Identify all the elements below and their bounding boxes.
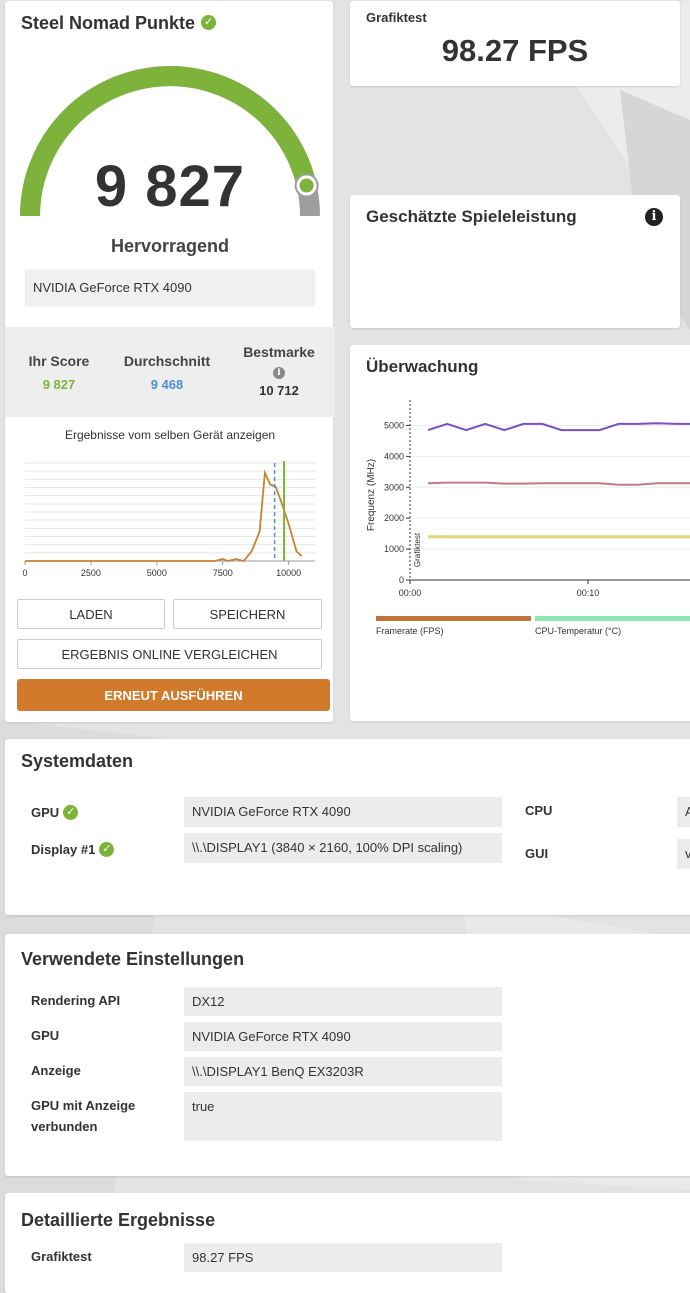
- legend-label: CPU-Temperatur (°C): [535, 626, 622, 636]
- info-icon[interactable]: i: [645, 208, 663, 226]
- monitoring-y-tick-label: 5000: [384, 420, 404, 430]
- legend-swatch[interactable]: [376, 616, 531, 621]
- detailed-results-title: Detaillierte Ergebnisse: [21, 1210, 216, 1230]
- settings-gpu-display-connected-value: true: [184, 1092, 502, 1141]
- graphics-test-value: 98.27 FPS: [441, 33, 589, 68]
- estimated-performance-title: Geschätzte Spieleleistung: [366, 207, 577, 226]
- monitoring-x-tick-label: 00:00: [399, 588, 422, 598]
- system-gpu-label: GPU: [31, 802, 79, 823]
- monitoring-series-line: [427, 422, 690, 432]
- monitoring-y-tick-label: 2000: [384, 513, 404, 523]
- histogram-distribution-line: [25, 469, 303, 563]
- settings-gpu-display-connected-label: GPU mit Anzeige verbunden: [31, 1098, 136, 1134]
- settings-gpu-label: GPU: [31, 1028, 60, 1043]
- compare-online-button[interactable]: ERGEBNIS ONLINE VERGLEICHEN: [17, 639, 322, 669]
- score-histogram: 0 2500 5000 7500 10000: [22, 461, 315, 578]
- system-data-card: Systemdaten GPU NVIDIA GeForce RTX 4090 …: [5, 739, 690, 915]
- legend-swatch[interactable]: [535, 616, 690, 621]
- estimated-performance-card: Geschätzte Spieleleistung i: [350, 195, 680, 328]
- histogram-tick-label: 2500: [81, 568, 101, 578]
- monitoring-y-tick-label: 3000: [384, 482, 404, 492]
- detailed-results-card: Detaillierte Ergebnisse Grafiktest 98.27…: [5, 1193, 690, 1293]
- save-button[interactable]: SPEICHERN: [173, 599, 322, 629]
- monitoring-series-line: [427, 481, 690, 486]
- histogram-tick-label: 5000: [147, 568, 167, 578]
- monitoring-y-tick-label: 1000: [384, 544, 404, 554]
- details-graphics-test-value: 98.27 FPS: [184, 1243, 502, 1272]
- legend-label: Framerate (FPS): [376, 626, 444, 636]
- score-gpu-name: NVIDIA GeForce RTX 4090: [25, 269, 315, 307]
- monitoring-y-axis-label: Frequenz (MHz): [366, 459, 377, 531]
- settings-title: Verwendete Einstellungen: [21, 949, 245, 969]
- score-value: 9 827: [94, 154, 246, 219]
- settings-display-value: \\.\DISPLAY1 BenQ EX3203R: [184, 1057, 502, 1086]
- monitoring-marker-label: Grafiktest: [413, 532, 422, 567]
- system-gui-label: GUI: [525, 846, 549, 861]
- histogram-tick-label: 7500: [213, 568, 233, 578]
- histogram-tick-label: 0: [22, 568, 27, 578]
- graphics-test-card: Grafiktest 98.27 FPS: [350, 1, 680, 86]
- info-icon[interactable]: i: [273, 367, 285, 379]
- settings-gpu-value: NVIDIA GeForce RTX 4090: [184, 1022, 502, 1051]
- monitoring-x-tick-label: 00:10: [577, 588, 600, 598]
- stat-average: Durchschnitt 9 468: [123, 353, 211, 392]
- verified-check-icon: [99, 842, 115, 858]
- system-display-value: \\.\DISPLAY1 (3840 × 2160, 100% DPI scal…: [184, 833, 502, 863]
- score-rating: Hervorragend: [110, 236, 230, 256]
- system-gpu-value: NVIDIA GeForce RTX 4090: [184, 797, 502, 827]
- settings-rendering-api-value: DX12: [184, 987, 502, 1016]
- monitoring-y-tick-label: 0: [399, 575, 404, 585]
- system-cpu-label: CPU: [525, 803, 553, 818]
- load-button[interactable]: LADEN: [17, 599, 165, 629]
- monitoring-card: Überwachung 0 1000 2000 3000 4000 5000 Frequen…: [350, 345, 690, 721]
- system-data-title: Systemdaten: [21, 751, 134, 771]
- settings-card: Verwendete Einstellungen Rendering API D…: [5, 934, 690, 1176]
- score-stats: Ihr Score 9 827 Durchschnitt 9 468 Bestm…: [5, 327, 335, 417]
- system-cpu-value: A: [677, 797, 690, 827]
- rerun-button[interactable]: ERNEUT AUSFÜHREN: [17, 679, 330, 711]
- histogram-label[interactable]: Ergebnisse vom selben Gerät anzeigen: [5, 428, 335, 442]
- monitoring-y-tick-label: 4000: [384, 451, 404, 461]
- details-graphics-test-label: Grafiktest: [31, 1249, 92, 1264]
- score-card: Steel Nomad Punkte 9 827 Hervorragend NV…: [5, 1, 335, 722]
- settings-rendering-api-label: Rendering API: [31, 993, 121, 1008]
- stat-best: Bestmarke i 10 712: [243, 344, 315, 398]
- graphics-test-label: Grafiktest: [366, 10, 427, 25]
- histogram-tick-label: 10000: [276, 568, 301, 578]
- settings-display-label: Anzeige: [31, 1063, 81, 1078]
- system-gui-value: v: [677, 839, 690, 869]
- verified-check-icon: [63, 805, 79, 821]
- stat-your-score: Ihr Score 9 827: [28, 353, 90, 392]
- system-display-label: Display #1: [31, 839, 115, 860]
- monitoring-title: Überwachung: [366, 357, 479, 376]
